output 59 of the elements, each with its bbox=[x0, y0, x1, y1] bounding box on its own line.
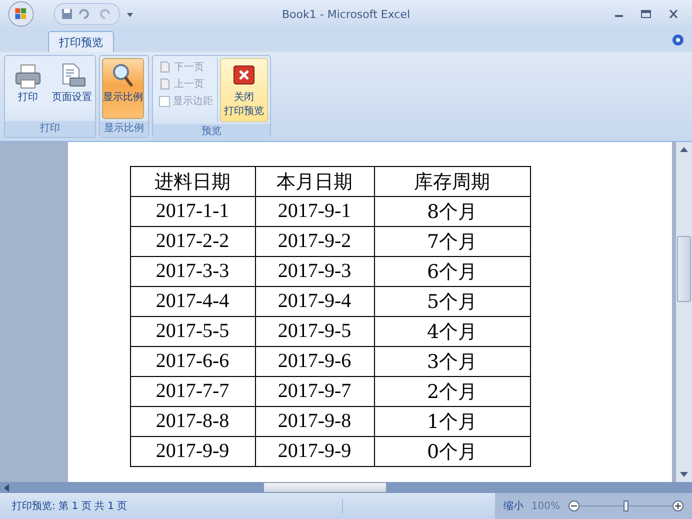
scroll-thumb[interactable] bbox=[263, 482, 387, 493]
table-cell: 2017-8-8 bbox=[130, 406, 255, 436]
table-cell: 2017-9-4 bbox=[255, 286, 374, 316]
table-cell: 7个月 bbox=[374, 226, 530, 256]
table-cell: 2017-9-5 bbox=[255, 316, 374, 346]
maximize-icon[interactable] bbox=[641, 10, 651, 18]
table-cell: 2017-4-4 bbox=[130, 286, 255, 316]
ribbon-button[interactable]: 显示比例 bbox=[102, 58, 144, 119]
table-cell: 2017-6-6 bbox=[130, 346, 255, 376]
table-cell: 2017-3-3 bbox=[130, 256, 255, 286]
help-icon[interactable] bbox=[672, 34, 684, 46]
table-cell: 2017-9-7 bbox=[255, 376, 374, 406]
table-cell: 0个月 bbox=[374, 436, 530, 466]
group-label: 预览 bbox=[153, 124, 270, 140]
page-icon bbox=[159, 78, 171, 90]
zoom-out-label[interactable]: 缩小 bbox=[503, 499, 524, 513]
office-button-icon[interactable] bbox=[8, 1, 34, 27]
table-cell: 4个月 bbox=[374, 316, 530, 346]
table-cell: 5个月 bbox=[374, 286, 530, 316]
table-cell: 2个月 bbox=[374, 376, 530, 406]
table-cell: 2017-5-5 bbox=[130, 316, 255, 346]
table-cell: 2017-2-2 bbox=[130, 226, 255, 256]
ribbon-button[interactable]: 页面设置 bbox=[51, 58, 93, 119]
ribbon-tab[interactable]: 打印预览 bbox=[48, 31, 114, 52]
table-cell: 2017-1-1 bbox=[130, 196, 255, 226]
table-cell: 2017-7-7 bbox=[130, 376, 255, 406]
save-icon[interactable] bbox=[61, 8, 73, 20]
zoom-slider[interactable] bbox=[568, 499, 684, 513]
table-cell: 2017-9-9 bbox=[255, 436, 374, 466]
table-cell: 2017-9-3 bbox=[255, 256, 374, 286]
table-cell: 2017-9-9 bbox=[130, 436, 255, 466]
table-cell: 1个月 bbox=[374, 406, 530, 436]
table-cell: 2017-9-8 bbox=[255, 406, 374, 436]
table-cell: 2017-9-2 bbox=[255, 226, 374, 256]
column-header: 进料日期 bbox=[130, 166, 255, 196]
scroll-down-icon[interactable] bbox=[680, 472, 688, 478]
column-header: 库存周期 bbox=[374, 166, 530, 196]
table-cell: 2017-9-6 bbox=[255, 346, 374, 376]
close-icon[interactable] bbox=[669, 10, 678, 18]
ribbon-button[interactable]: 关闭 打印预览 bbox=[220, 58, 268, 122]
scroll-up-icon[interactable] bbox=[680, 146, 688, 152]
scroll-thumb[interactable] bbox=[677, 236, 691, 302]
zoom-value: 100% bbox=[531, 500, 560, 512]
window-title: Book1 - Microsoft Excel bbox=[280, 8, 412, 20]
scroll-left-icon[interactable] bbox=[4, 484, 9, 492]
horizontal-scrollbar[interactable] bbox=[0, 482, 692, 493]
printer-icon bbox=[14, 62, 42, 90]
group-label: 打印 bbox=[5, 121, 95, 137]
group-label: 显示比例 bbox=[100, 121, 148, 137]
page-icon bbox=[159, 61, 171, 73]
table-cell: 8个月 bbox=[374, 196, 530, 226]
vertical-scrollbar[interactable] bbox=[676, 142, 692, 482]
column-header: 本月日期 bbox=[255, 166, 374, 196]
customize-arrow-icon[interactable] bbox=[126, 10, 134, 18]
ribbon-button[interactable]: 打印 bbox=[7, 58, 49, 119]
table-cell: 6个月 bbox=[374, 256, 530, 286]
table-cell: 3个月 bbox=[374, 346, 530, 376]
table-cell: 2017-9-1 bbox=[255, 196, 374, 226]
status-text: 打印预览: 第 1 页 共 1 页 bbox=[0, 499, 343, 513]
